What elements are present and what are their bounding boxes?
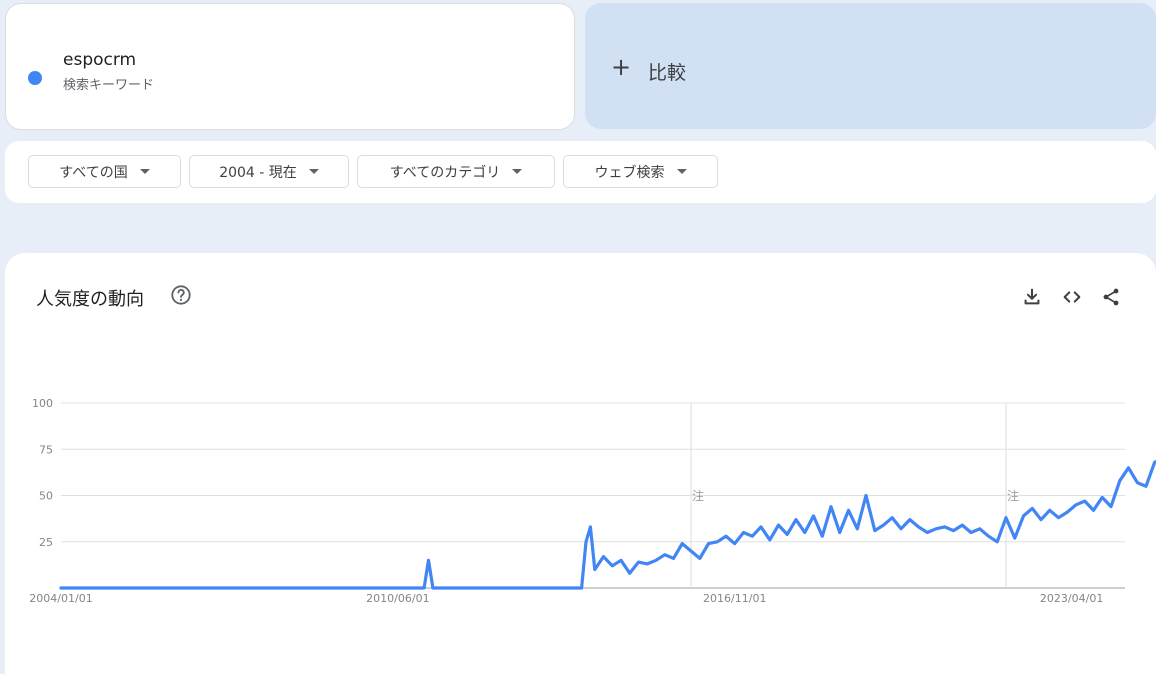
compare-button[interactable]: + 比較 bbox=[585, 3, 1156, 129]
category-filter-dropdown[interactable]: すべてのカテゴリ bbox=[357, 155, 555, 188]
y-axis-ticks: 25 50 75 100 bbox=[32, 397, 53, 549]
y-tick-label: 50 bbox=[39, 490, 53, 503]
y-tick-label: 100 bbox=[32, 397, 53, 410]
plus-icon: + bbox=[611, 53, 632, 81]
time-range-filter-label: 2004 - 現在 bbox=[219, 164, 297, 181]
annotation-note-icon[interactable]: 注 bbox=[692, 488, 704, 503]
interest-over-time-card: 人気度の動向 25 50 75 100 2004/01/01 2010/06/01 201… bbox=[5, 253, 1156, 674]
annotation-note-icon[interactable]: 注 bbox=[1007, 488, 1019, 503]
search-term-type: 検索キーワード bbox=[63, 78, 155, 93]
search-type-filter-dropdown[interactable]: ウェブ検索 bbox=[563, 155, 718, 188]
y-tick-label: 25 bbox=[39, 536, 53, 549]
line-chart: 25 50 75 100 2004/01/01 2010/06/01 2016/11/01… bbox=[29, 397, 1156, 605]
x-tick-label: 2016/11/01 bbox=[703, 592, 766, 605]
x-tick-label: 2010/06/01 bbox=[366, 592, 429, 605]
dropdown-arrow-icon bbox=[676, 169, 687, 174]
search-type-filter-label: ウェブ検索 bbox=[594, 164, 665, 181]
dropdown-arrow-icon bbox=[308, 169, 319, 174]
compare-label: 比較 bbox=[648, 62, 687, 84]
x-tick-label: 2004/01/01 bbox=[29, 592, 92, 605]
category-filter-label: すべてのカテゴリ bbox=[389, 164, 501, 181]
search-term-card[interactable]: espocrm 検索キーワード bbox=[5, 3, 575, 130]
country-filter-label: すべての国 bbox=[59, 164, 128, 181]
x-tick-label: 2023/04/01 bbox=[1040, 592, 1103, 605]
dropdown-arrow-icon bbox=[139, 169, 150, 174]
search-term-name[interactable]: espocrm bbox=[63, 50, 136, 70]
time-range-filter-dropdown[interactable]: 2004 - 現在 bbox=[189, 155, 349, 188]
y-tick-label: 75 bbox=[39, 443, 53, 456]
country-filter-dropdown[interactable]: すべての国 bbox=[28, 155, 181, 188]
dropdown-arrow-icon bbox=[512, 169, 523, 174]
series-color-dot bbox=[28, 71, 42, 85]
filter-bar: すべての国 2004 - 現在 すべてのカテゴリ ウェブ検索 bbox=[5, 141, 1156, 203]
x-axis-ticks: 2004/01/01 2010/06/01 2016/11/01 2023/04/01 bbox=[29, 592, 1103, 605]
